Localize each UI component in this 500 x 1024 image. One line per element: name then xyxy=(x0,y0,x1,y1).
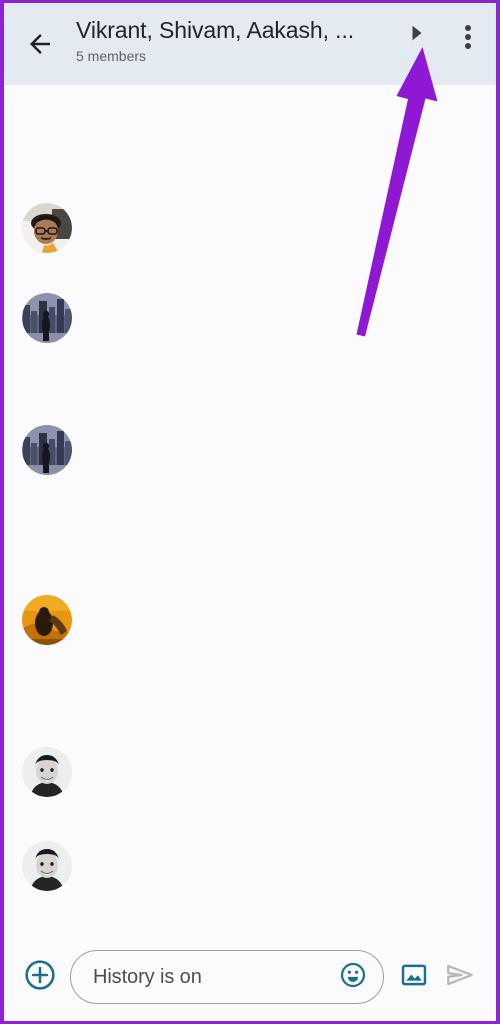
send-button[interactable] xyxy=(436,953,484,1001)
insert-image-button[interactable] xyxy=(392,953,436,1001)
back-button[interactable] xyxy=(4,3,76,85)
avatar-orange-sunset[interactable] xyxy=(22,595,72,645)
message-input-text[interactable]: History is on xyxy=(93,964,337,990)
chevron-right-icon xyxy=(409,24,425,47)
image-picker-icon xyxy=(400,961,428,994)
plus-circle-icon xyxy=(24,959,56,996)
arrow-back-icon xyxy=(25,29,55,59)
phone-screen: Vikrant, Shivam, Aakash, ... 5 members H… xyxy=(0,0,500,1024)
header-title-block[interactable]: Vikrant, Shivam, Aakash, ... 5 members xyxy=(76,3,394,66)
composer-bar: History is on xyxy=(4,933,496,1021)
add-attachment-button[interactable] xyxy=(16,953,64,1001)
more-vert-icon xyxy=(465,23,471,51)
emoji-picker-button[interactable] xyxy=(337,961,369,993)
app-bar: Vikrant, Shivam, Aakash, ... 5 members xyxy=(4,3,496,85)
message-row[interactable] xyxy=(22,203,462,253)
send-icon xyxy=(444,959,476,996)
message-row[interactable] xyxy=(22,293,462,343)
message-row[interactable] xyxy=(22,841,462,891)
overflow-menu-button[interactable] xyxy=(440,3,496,65)
message-row[interactable] xyxy=(22,595,462,645)
avatar-city-skyline-1[interactable] xyxy=(22,293,72,343)
avatar-man-smiling-2[interactable] xyxy=(22,841,72,891)
member-count: 5 members xyxy=(76,48,147,64)
message-row[interactable] xyxy=(22,425,462,475)
message-input-field[interactable]: History is on xyxy=(70,950,384,1004)
chat-title: Vikrant, Shivam, Aakash, ... xyxy=(76,17,355,43)
emoji-smile-icon xyxy=(339,961,367,994)
message-row[interactable] xyxy=(22,747,462,797)
avatar-city-skyline-2[interactable] xyxy=(22,425,72,475)
message-list[interactable] xyxy=(4,85,496,933)
expand-members-button[interactable] xyxy=(394,3,440,61)
avatar-man-with-glasses[interactable] xyxy=(22,203,72,253)
avatar-man-smiling-1[interactable] xyxy=(22,747,72,797)
